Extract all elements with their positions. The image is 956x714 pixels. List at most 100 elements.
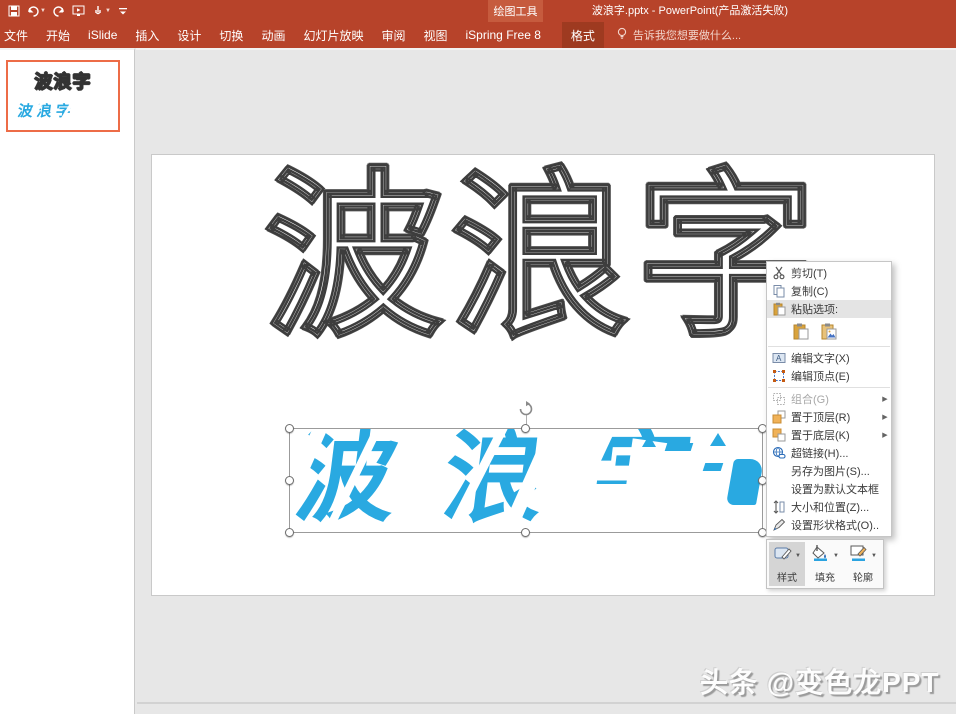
menu-item-label: 另存为图片(S)... xyxy=(791,463,879,479)
resize-handle-top-center[interactable] xyxy=(521,424,530,433)
menu-item-label: 编辑文字(X) xyxy=(791,350,879,366)
context-menu-item-0[interactable]: 剪切(T) xyxy=(767,264,891,282)
context-menu-item-11[interactable]: 超链接(H)... xyxy=(767,444,891,462)
shape-mini-toolbar: ▼ 样式 ▼ 填充 ▼ 轮廓 xyxy=(766,539,884,589)
start-slideshow-icon[interactable] xyxy=(72,5,85,17)
group-icon xyxy=(767,392,791,406)
hyperlink-icon xyxy=(767,446,791,460)
save-icon[interactable] xyxy=(8,5,20,17)
context-menu-item-10[interactable]: 置于底层(K)▶ xyxy=(767,426,891,444)
mini-toolbar-label: 轮廓 xyxy=(853,569,873,584)
menu-item-label: 设置形状格式(O)... xyxy=(791,517,879,533)
tab-设计[interactable]: 设计 xyxy=(168,22,210,48)
context-menu-item-15[interactable]: 设置形状格式(O)... xyxy=(767,516,891,534)
resize-handle-top-left[interactable] xyxy=(285,424,294,433)
undo-icon[interactable]: ▼ xyxy=(27,5,46,17)
copy-icon xyxy=(767,284,791,298)
resize-handle-mid-left[interactable] xyxy=(285,476,294,485)
paste-as-picture-icon[interactable] xyxy=(819,321,839,341)
context-menu-item-8: 组合(G)▶ xyxy=(767,390,891,408)
thumbnail-title-text: 波浪字 xyxy=(8,68,118,94)
format-shape-icon xyxy=(767,518,791,532)
tab-格式[interactable]: 格式 xyxy=(562,22,604,48)
context-menu-item-13[interactable]: 设置为默认文本框(D) xyxy=(767,480,891,498)
drawing-tools-header: 绘图工具 xyxy=(488,0,543,22)
menu-separator xyxy=(768,346,890,347)
tab-开始[interactable]: 开始 xyxy=(37,22,79,48)
tab-审阅[interactable]: 审阅 xyxy=(372,22,414,48)
menu-item-label: 粘贴选项: xyxy=(791,301,879,317)
menu-item-label: 组合(G) xyxy=(791,391,879,407)
touch-mode-icon[interactable]: ▼ xyxy=(92,5,111,17)
wave-text-shape-selected[interactable]: 波浪字 xyxy=(289,428,763,533)
mini-toolbar-label: 填充 xyxy=(815,569,835,584)
title-bar: ▼▼ 绘图工具 波浪字.pptx - PowerPoint(产品激活失败) xyxy=(0,0,956,22)
context-menu: 剪切(T)复制(C)粘贴选项:A编辑文字(X)编辑顶点(E)组合(G)▶置于顶层… xyxy=(766,261,892,537)
ribbon-tab-row: 文件开始iSlide插入设计切换动画幻灯片放映审阅视图iSpring Free … xyxy=(0,22,956,48)
mini-toolbar-button-2[interactable]: ▼ 轮廓 xyxy=(845,542,881,586)
dropdown-caret-icon: ▼ xyxy=(795,553,801,559)
menu-item-label: 设置为默认文本框(D) xyxy=(791,481,879,497)
thumbnail-wave-cut xyxy=(90,98,107,121)
tab-iSlide[interactable]: iSlide xyxy=(79,22,126,48)
tab-插入[interactable]: 插入 xyxy=(126,22,168,48)
resize-handle-bottom-center[interactable] xyxy=(521,528,530,537)
shape-outline-icon xyxy=(849,544,869,567)
watermark-text: 头条 @变色龙PPT xyxy=(700,661,940,701)
slide-thumbnail-1[interactable]: 波浪字 波浪字 xyxy=(6,60,120,132)
menu-item-label: 超链接(H)... xyxy=(791,445,879,461)
context-menu-item-9[interactable]: 置于顶层(R)▶ xyxy=(767,408,891,426)
context-menu-item-5[interactable]: A 编辑文字(X) xyxy=(767,349,891,367)
dropdown-caret-icon: ▼ xyxy=(871,553,877,559)
mini-toolbar-label: 样式 xyxy=(777,569,797,584)
wave-text-art: 波浪字 xyxy=(290,429,762,532)
context-menu-item-2[interactable]: 粘贴选项: xyxy=(767,300,891,318)
resize-handle-bottom-left[interactable] xyxy=(285,528,294,537)
window-title: 波浪字.pptx - PowerPoint(产品激活失败) xyxy=(560,0,820,22)
tab-切换[interactable]: 切换 xyxy=(210,22,252,48)
edit-text-icon: A xyxy=(767,351,791,365)
tell-me-search[interactable]: 告诉我您想要做什么... xyxy=(616,22,741,48)
submenu-arrow-icon: ▶ xyxy=(879,413,891,421)
paste-options-row xyxy=(767,318,891,344)
menu-item-label: 置于底层(K) xyxy=(791,427,879,443)
tab-幻灯片放映[interactable]: 幻灯片放映 xyxy=(294,22,372,48)
tab-动画[interactable]: 动画 xyxy=(252,22,294,48)
dropdown-caret-icon: ▼ xyxy=(833,553,839,559)
menu-item-label: 大小和位置(Z)... xyxy=(791,499,879,515)
cut-icon xyxy=(767,266,791,280)
slide-thumbnail-panel[interactable]: 波浪字 波浪字 xyxy=(0,48,135,714)
mini-toolbar-button-0[interactable]: ▼ 样式 xyxy=(769,542,805,586)
menu-item-label: 复制(C) xyxy=(791,283,879,299)
canvas-bottom-divider xyxy=(137,702,956,704)
menu-item-label: 剪切(T) xyxy=(791,265,879,281)
paste-icon xyxy=(767,302,791,316)
customize-qat-icon[interactable] xyxy=(118,5,128,17)
mini-toolbar-button-1[interactable]: ▼ 填充 xyxy=(807,542,843,586)
quick-access-toolbar: ▼▼ xyxy=(0,5,128,17)
context-menu-item-1[interactable]: 复制(C) xyxy=(767,282,891,300)
context-menu-item-14[interactable]: 大小和位置(Z)... xyxy=(767,498,891,516)
redo-icon[interactable] xyxy=(53,5,65,17)
tab-视图[interactable]: 视图 xyxy=(414,22,456,48)
shape-style-icon xyxy=(773,544,793,567)
submenu-arrow-icon: ▶ xyxy=(879,395,891,403)
menu-separator xyxy=(768,387,890,388)
submenu-arrow-icon: ▶ xyxy=(879,431,891,439)
rotation-handle[interactable] xyxy=(518,401,534,422)
paste-keep-formatting-icon[interactable] xyxy=(791,321,811,341)
size-position-icon xyxy=(767,500,791,514)
send-to-back-icon xyxy=(767,428,791,442)
tab-文件[interactable]: 文件 xyxy=(0,22,37,48)
tell-me-placeholder: 告诉我您想要做什么... xyxy=(633,27,741,43)
context-menu-item-6[interactable]: 编辑顶点(E) xyxy=(767,367,891,385)
svg-text:A: A xyxy=(776,354,782,363)
menu-item-label: 置于顶层(R) xyxy=(791,409,879,425)
edit-points-icon xyxy=(767,369,791,383)
thumbnail-wave-text: 波浪字 xyxy=(17,100,120,120)
tab-iSpring Free 8[interactable]: iSpring Free 8 xyxy=(457,22,550,48)
menu-item-label: 编辑顶点(E) xyxy=(791,368,879,384)
bring-to-front-icon xyxy=(767,410,791,424)
context-menu-item-12[interactable]: 另存为图片(S)... xyxy=(767,462,891,480)
shape-fill-icon xyxy=(811,544,831,567)
